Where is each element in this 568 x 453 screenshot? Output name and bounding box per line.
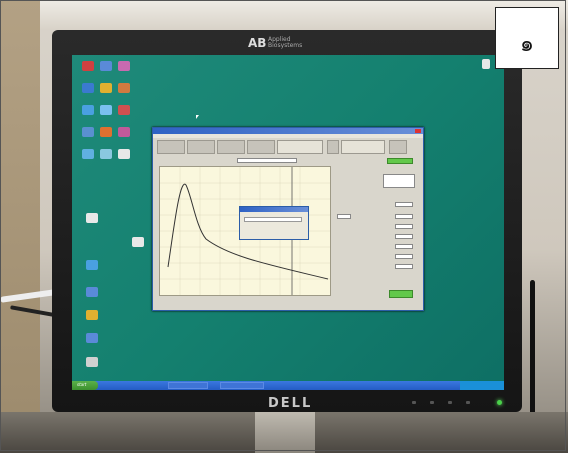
photo-frame: [0, 0, 566, 451]
